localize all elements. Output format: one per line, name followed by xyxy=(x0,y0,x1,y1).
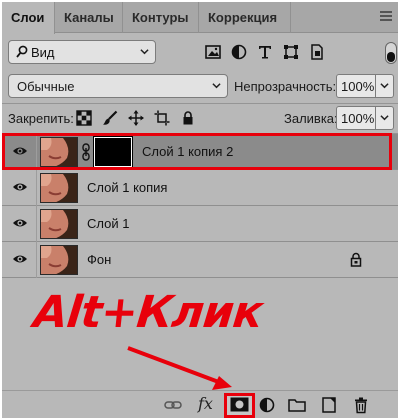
link-layers-icon[interactable] xyxy=(164,396,182,414)
layer-style-fx-button[interactable]: fx xyxy=(198,394,213,413)
new-layer-icon[interactable] xyxy=(320,396,338,414)
add-mask-highlight-frame xyxy=(224,393,255,418)
annotation-arrow xyxy=(127,346,232,390)
bottom-toolbar: fx xyxy=(2,390,398,418)
adjustment-layer-icon[interactable] xyxy=(258,396,276,414)
folder-icon[interactable] xyxy=(288,396,306,414)
trash-icon[interactable] xyxy=(352,396,370,414)
layers-panel: Слои Каналы Контуры Коррекция Вид Обычны… xyxy=(2,2,398,418)
